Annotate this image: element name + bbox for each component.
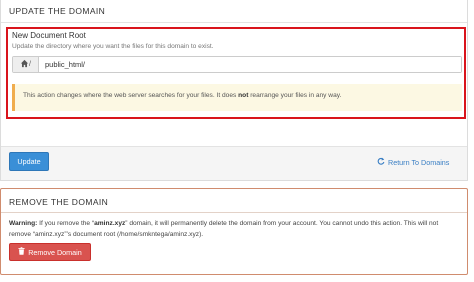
update-domain-heading: UPDATE THE DOMAIN (9, 6, 106, 16)
alert-text-after: rearrange your files in any way. (248, 92, 342, 99)
return-to-domains-link[interactable]: Return To Domains (377, 157, 449, 167)
warning-text-1: If you remove the “ (37, 220, 95, 227)
remove-domain-heading: REMOVE THE DOMAIN (9, 197, 109, 207)
remove-domain-button[interactable]: Remove Domain (9, 243, 91, 261)
remove-heading-divider (1, 212, 467, 213)
warning-domain: aminz.xyz (94, 220, 126, 227)
document-root-input-group: / (12, 56, 462, 73)
warning-label: Warning: (9, 220, 38, 227)
alert-text-bold: not (238, 92, 249, 99)
heading-divider (1, 22, 467, 23)
remove-domain-panel: REMOVE THE DOMAIN Warning: If you remove… (0, 188, 468, 275)
document-root-alert: This action changes where the web server… (12, 84, 462, 111)
input-prefix-slash: / (29, 61, 31, 68)
update-button[interactable]: Update (9, 152, 49, 171)
document-root-label: New Document Root (12, 31, 86, 40)
trash-icon (18, 247, 28, 257)
document-root-field-group: New Document Root Update the directory w… (6, 27, 466, 119)
update-domain-panel: UPDATE THE DOMAIN New Document Root Upda… (0, 0, 468, 181)
remove-warning-text: Warning: If you remove the “aminz.xyz” d… (9, 219, 461, 240)
home-icon (20, 59, 29, 70)
return-to-domains-label: Return To Domains (388, 157, 450, 167)
alert-text-before: This action changes where the web server… (23, 92, 239, 99)
warning-domain-plain: aminz.xyz (35, 230, 65, 238)
warning-text-3: ”’s document root (/home/smkntega/aminz.… (64, 230, 204, 238)
input-prefix-addon: / (13, 57, 39, 72)
document-root-help-text: Update the directory where you want the … (12, 43, 214, 50)
refresh-icon (377, 157, 388, 167)
document-root-input[interactable] (39, 57, 461, 72)
remove-domain-label: Remove Domain (28, 247, 82, 257)
